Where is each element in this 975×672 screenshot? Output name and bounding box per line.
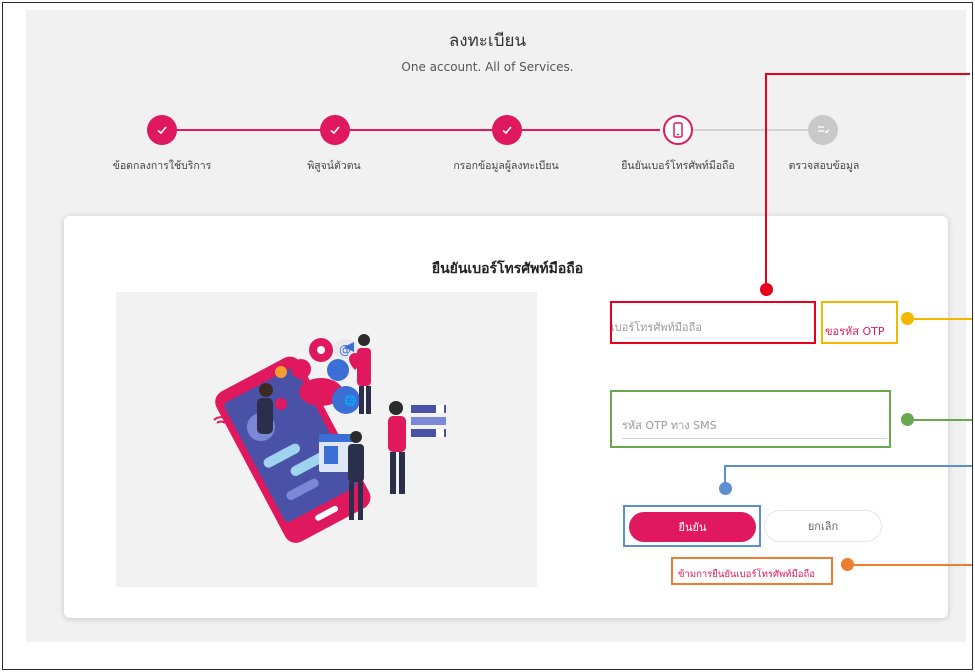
check-icon bbox=[157, 126, 167, 135]
annotation-dot-blue bbox=[719, 482, 732, 495]
annotation-line-orange bbox=[852, 564, 972, 566]
card-title: ยืนยันเบอร์โทรศัพท์มือถือ bbox=[431, 261, 584, 277]
annotation-line-red bbox=[765, 73, 767, 288]
annotation-line-green bbox=[912, 419, 972, 421]
phone-input-highlight-box bbox=[610, 301, 816, 344]
step-connector-pending bbox=[692, 129, 822, 131]
request-otp-highlight-box bbox=[821, 301, 898, 344]
otp-input-highlight-box bbox=[610, 390, 891, 448]
annotation-dot-red bbox=[760, 283, 773, 296]
annotation-line-blue bbox=[724, 465, 972, 467]
step-5-label: ตรวจสอบข้อมูล bbox=[788, 160, 860, 172]
phone-social-illustration: 🌐 @ bbox=[213, 334, 446, 543]
step-2-circle bbox=[320, 115, 350, 145]
confirm-highlight-box bbox=[623, 505, 761, 547]
page-title: ลงทะเบียน bbox=[448, 31, 527, 51]
step-1-label: ข้อตกลงการใช้บริการ bbox=[112, 160, 212, 172]
step-connector bbox=[176, 129, 660, 131]
skip-highlight-box bbox=[671, 557, 833, 585]
step-1-circle bbox=[147, 115, 177, 145]
check-icon bbox=[502, 126, 512, 135]
step-5-circle bbox=[808, 115, 838, 145]
page-subtitle: One account. All of Services. bbox=[401, 60, 574, 74]
step-3-label: กรอกข้อมูลผู้ลงทะเบียน bbox=[453, 160, 559, 172]
annotation-line-red bbox=[765, 73, 970, 75]
phone-icon bbox=[673, 122, 683, 138]
check-icon bbox=[330, 126, 340, 135]
step-4-circle bbox=[663, 115, 693, 145]
svg-text:🌐: 🌐 bbox=[344, 394, 356, 407]
checklist-icon bbox=[818, 126, 830, 134]
step-4-label: ยืนยันเบอร์โทรศัพท์มือถือ bbox=[621, 160, 735, 172]
step-3-circle bbox=[492, 115, 522, 145]
step-2-label: พิสูจน์ตัวตน bbox=[307, 160, 361, 172]
annotation-line-yellow bbox=[912, 318, 972, 320]
cancel-button[interactable]: ยกเลิก bbox=[764, 510, 882, 542]
illustration: 🌐 @ bbox=[116, 292, 537, 587]
